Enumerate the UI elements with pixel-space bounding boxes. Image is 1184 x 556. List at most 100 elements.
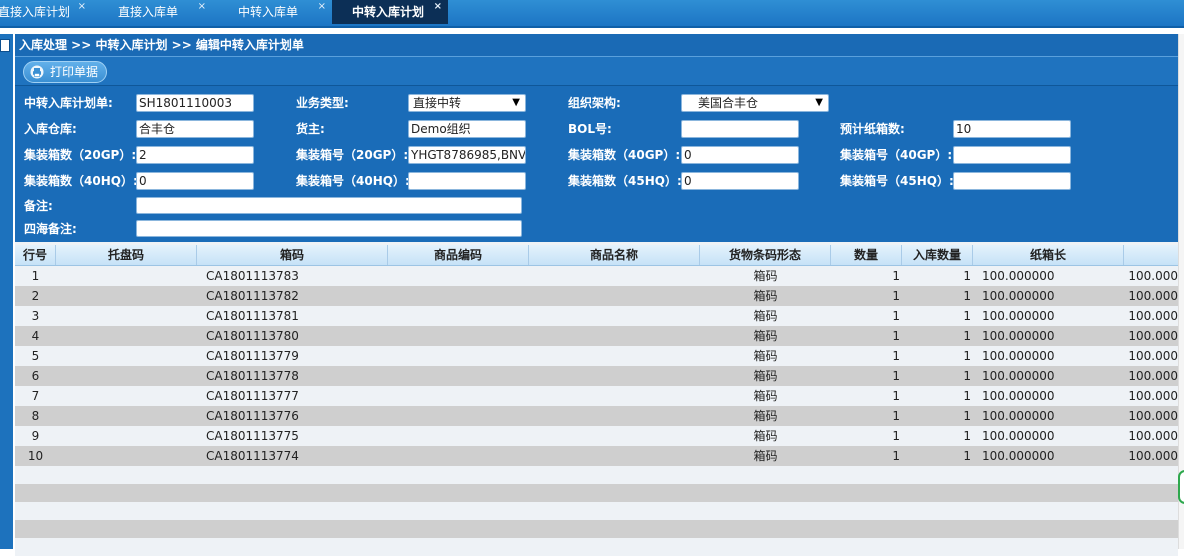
- c45hq-count-field[interactable]: 0: [681, 172, 799, 190]
- warehouse-field[interactable]: 合丰仓: [136, 120, 254, 138]
- cell-sku: [388, 326, 529, 346]
- cell-inbound-qty: 1: [963, 269, 971, 283]
- cell-qty: 1: [892, 409, 900, 423]
- plan-no-field[interactable]: SH1801110003: [136, 94, 254, 112]
- print-label: 打印单据: [50, 65, 99, 79]
- cell-pallet: [56, 286, 197, 306]
- c40hq-no-label: 集装箱号（40HQ）:: [296, 174, 410, 188]
- cell-inbound-qty: 1: [963, 389, 971, 403]
- col-header-inbound-qty[interactable]: 入库数量: [902, 245, 973, 265]
- cell-qty: 1: [892, 449, 900, 463]
- col-header-qty[interactable]: 数量: [831, 245, 902, 265]
- c45hq-count-label: 集装箱数（45HQ）:: [568, 174, 682, 188]
- cell-sku: [388, 406, 529, 426]
- cell-pallet: [56, 446, 197, 466]
- close-icon[interactable]: ×: [78, 0, 86, 19]
- cell-sku: [388, 306, 529, 326]
- toolbar: 打印单据: [15, 56, 1178, 86]
- table-row[interactable]: 1 CA1801113783 箱码 1 1 100.000000 100.000: [15, 266, 1178, 286]
- cell-product-name: [529, 446, 700, 466]
- org-value: 美国合丰仓: [698, 96, 759, 110]
- table-row[interactable]: 2 CA1801113782 箱码 1 1 100.000000 100.000: [15, 286, 1178, 306]
- table-row[interactable]: 8 CA1801113776 箱码 1 1 100.000000 100.000: [15, 406, 1178, 426]
- cell-row-no: 8: [31, 409, 40, 423]
- empty-row: [15, 538, 1178, 556]
- est-cartons-field[interactable]: 10: [953, 120, 1071, 138]
- tab-transit-inbound-plan[interactable]: 中转入库计划 ×: [332, 0, 448, 24]
- col-header-box[interactable]: 箱码: [197, 245, 388, 265]
- tab-transit-inbound-order[interactable]: 中转入库单 ×: [232, 0, 332, 24]
- col-header-carton-length[interactable]: 纸箱长: [973, 245, 1124, 265]
- cell-pallet: [56, 306, 197, 326]
- cell-qty: 1: [892, 389, 900, 403]
- cell-sku: [388, 386, 529, 406]
- c20gp-count-field[interactable]: 2: [136, 146, 254, 164]
- cell-box: CA1801113778: [206, 369, 299, 383]
- floating-help-button[interactable]: [1178, 470, 1184, 504]
- table-row[interactable]: 4 CA1801113780 箱码 1 1 100.000000 100.000: [15, 326, 1178, 346]
- col-header-sku[interactable]: 商品编码: [388, 245, 529, 265]
- c20gp-no-field[interactable]: YHGT8786985,BNVH: [408, 146, 526, 164]
- close-icon[interactable]: ×: [318, 0, 326, 19]
- dropdown-arrow-icon: ▼: [815, 97, 823, 108]
- col-header-pallet[interactable]: 托盘码: [56, 245, 197, 265]
- cell-pallet: [56, 346, 197, 366]
- sihai-remark-field[interactable]: [136, 220, 522, 237]
- tab-direct-inbound-plan[interactable]: 直接入库计划 ×: [0, 0, 92, 24]
- c45hq-no-field[interactable]: [953, 172, 1071, 190]
- biz-type-select[interactable]: 直接中转 ▼: [408, 94, 526, 112]
- empty-row: [15, 502, 1178, 520]
- owner-field[interactable]: Demo组织: [408, 120, 526, 138]
- remark-field[interactable]: [136, 197, 522, 214]
- cell-pallet: [56, 266, 197, 286]
- cell-sku: [388, 266, 529, 286]
- c45hq-no-label: 集装箱号（45HQ）:: [840, 174, 954, 188]
- c40gp-no-label: 集装箱号（40GP）:: [840, 148, 953, 162]
- table-row[interactable]: 9 CA1801113775 箱码 1 1 100.000000 100.000: [15, 426, 1178, 446]
- c40gp-no-field[interactable]: [953, 146, 1071, 164]
- org-select[interactable]: 美国合丰仓 ▼: [681, 94, 829, 112]
- cell-product-name: [529, 306, 700, 326]
- grid-header: 行号 托盘码 箱码 商品编码 商品名称 货物条码形态 数量 入库数量 纸箱长: [15, 245, 1178, 266]
- table-row[interactable]: 7 CA1801113777 箱码 1 1 100.000000 100.000: [15, 386, 1178, 406]
- cell-barcode-form: 箱码: [753, 289, 778, 303]
- cell-barcode-form: 箱码: [753, 429, 778, 443]
- table-row[interactable]: 5 CA1801113779 箱码 1 1 100.000000 100.000: [15, 346, 1178, 366]
- cell-box: CA1801113780: [206, 329, 299, 343]
- print-button[interactable]: 打印单据: [23, 61, 108, 83]
- cell-inbound-qty: 1: [963, 289, 971, 303]
- left-collapse-strip[interactable]: [0, 34, 13, 549]
- cell-next-column: 100.000: [1128, 449, 1178, 463]
- col-header-product-name[interactable]: 商品名称: [529, 245, 700, 265]
- cell-box: CA1801113775: [206, 429, 299, 443]
- cell-inbound-qty: 1: [963, 329, 971, 343]
- cell-product-name: [529, 346, 700, 366]
- cell-barcode-form: 箱码: [753, 369, 778, 383]
- col-header-barcode-form[interactable]: 货物条码形态: [700, 245, 831, 265]
- close-icon[interactable]: ×: [198, 0, 206, 19]
- collapse-toggle-icon[interactable]: [0, 39, 10, 52]
- table-row[interactable]: 10 CA1801113774 箱码 1 1 100.000000 100.000: [15, 446, 1178, 466]
- bol-field[interactable]: [681, 120, 799, 138]
- table-row[interactable]: 3 CA1801113781 箱码 1 1 100.000000 100.000: [15, 306, 1178, 326]
- cell-inbound-qty: 1: [963, 409, 971, 423]
- cell-barcode-form: 箱码: [753, 449, 778, 463]
- col-header-row-no[interactable]: 行号: [15, 245, 56, 265]
- cell-barcode-form: 箱码: [753, 409, 778, 423]
- cell-inbound-qty: 1: [963, 309, 971, 323]
- cell-next-column: 100.000: [1128, 309, 1178, 323]
- close-icon[interactable]: ×: [434, 0, 442, 19]
- cell-qty: 1: [892, 429, 900, 443]
- tab-direct-inbound-order[interactable]: 直接入库单 ×: [112, 0, 212, 24]
- c40hq-count-field[interactable]: 0: [136, 172, 254, 190]
- tab-label: 直接入库单: [118, 5, 179, 19]
- cell-box: CA1801113777: [206, 389, 299, 403]
- cell-pallet: [56, 426, 197, 446]
- c40hq-no-field[interactable]: [408, 172, 526, 190]
- tab-label: 中转入库计划: [352, 5, 425, 19]
- cell-box: CA1801113783: [206, 269, 299, 283]
- c40gp-count-field[interactable]: 0: [681, 146, 799, 164]
- cell-next-column: 100.000: [1128, 289, 1178, 303]
- table-row[interactable]: 6 CA1801113778 箱码 1 1 100.000000 100.000: [15, 366, 1178, 386]
- tab-label: 中转入库单: [238, 5, 299, 19]
